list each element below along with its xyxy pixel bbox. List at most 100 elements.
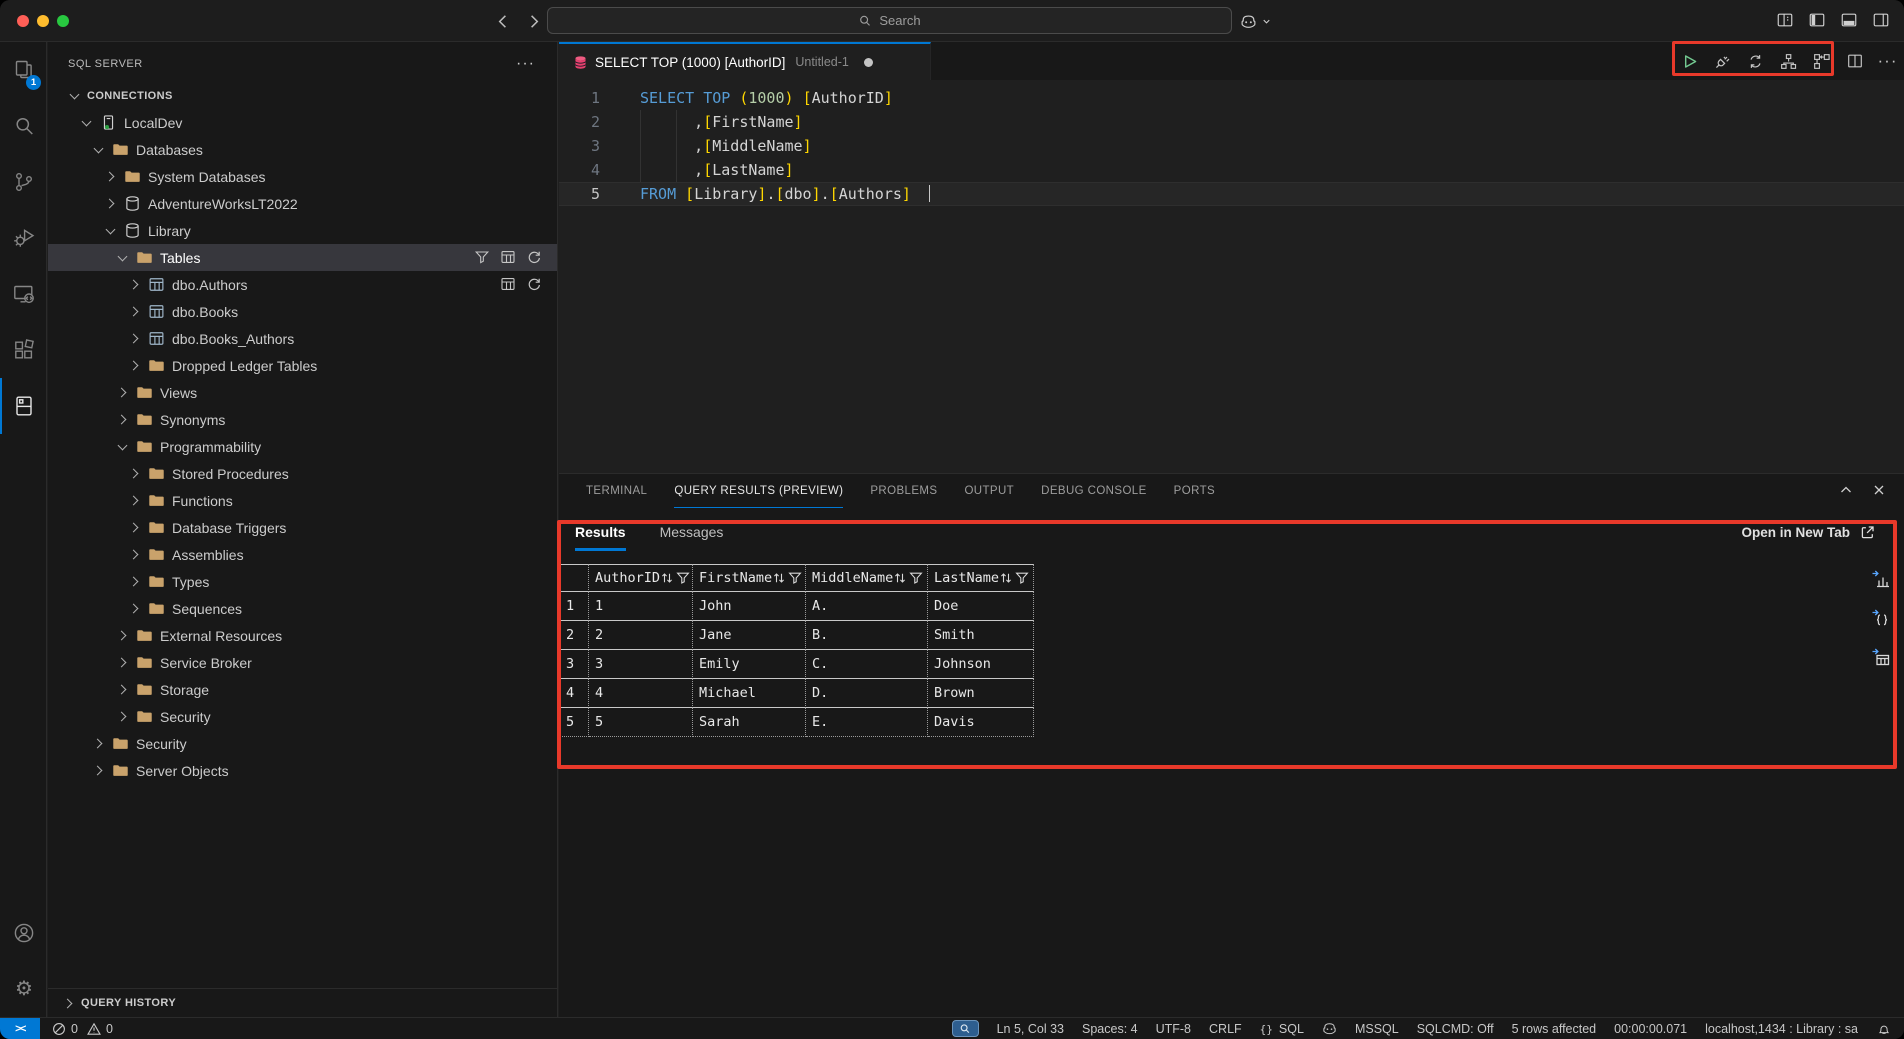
tree-item-service-broker[interactable]: Service Broker (48, 649, 557, 676)
save-as-json-icon[interactable] (1870, 607, 1892, 629)
filter-icon[interactable] (1015, 571, 1029, 585)
tree-item-functions[interactable]: Functions (48, 487, 557, 514)
row-number-cell[interactable]: 3 (559, 650, 589, 679)
status-zoom-indicator[interactable] (952, 1020, 979, 1037)
data-cell[interactable]: John (693, 592, 806, 621)
activity-item-settings[interactable]: ⚙ (0, 961, 46, 1017)
filter-icon[interactable] (676, 571, 690, 585)
table-grid-icon[interactable] (500, 276, 517, 293)
more-actions-icon[interactable]: ··· (516, 55, 535, 73)
toggle-panel-icon[interactable] (1840, 11, 1858, 29)
back-icon[interactable] (492, 10, 514, 32)
status-query-duration[interactable]: 00:00:00.071 (1614, 1022, 1687, 1036)
tree-item-dbo-books[interactable]: dbo.Books (48, 298, 557, 325)
column-header-firstname[interactable]: FirstName (693, 564, 806, 592)
tree-item-localdev[interactable]: LocalDev (48, 109, 557, 136)
data-cell[interactable]: Brown (928, 679, 1034, 708)
data-cell[interactable]: Johnson (928, 650, 1034, 679)
tree-item-sequences[interactable]: Sequences (48, 595, 557, 622)
activity-item-source-control[interactable] (0, 154, 46, 210)
run-query-icon[interactable] (1680, 52, 1699, 71)
status-connection-info[interactable]: localhost,1434 : Library : sa (1705, 1022, 1858, 1036)
tree-item-storage[interactable]: Storage (48, 676, 557, 703)
tree-item-dbo-authors[interactable]: dbo.Authors (48, 271, 557, 298)
column-header-middlename[interactable]: MiddleName (806, 564, 928, 592)
code-editor[interactable]: 12345 SELECT TOP (1000) [AuthorID] ,[Fir… (559, 80, 1904, 473)
data-cell[interactable]: 2 (589, 621, 693, 650)
activity-item-extensions[interactable] (0, 322, 46, 378)
tree-item-synonyms[interactable]: Synonyms (48, 406, 557, 433)
panel-tab-query-results-preview-[interactable]: QUERY RESULTS (PREVIEW) (674, 474, 843, 508)
data-cell[interactable]: Doe (928, 592, 1034, 621)
tree-item-security[interactable]: Security (48, 703, 557, 730)
panel-tab-debug-console[interactable]: DEBUG CONSOLE (1041, 474, 1147, 508)
tree-item-stored-procedures[interactable]: Stored Procedures (48, 460, 557, 487)
copilot-menu-button[interactable] (1240, 9, 1272, 33)
tree-item-system-databases[interactable]: System Databases (48, 163, 557, 190)
status-copilot-status[interactable] (1322, 1021, 1337, 1036)
status-cursor-position[interactable]: Ln 5, Col 33 (997, 1022, 1064, 1036)
toggle-primary-sidebar-icon[interactable] (1808, 11, 1826, 29)
filter-icon[interactable] (909, 571, 923, 585)
activity-item-accounts[interactable] (0, 905, 46, 961)
tree-item-tables[interactable]: Tables (48, 244, 557, 271)
table-grid-icon[interactable] (500, 249, 517, 266)
more-actions-icon[interactable]: ··· (1878, 52, 1897, 71)
row-number-cell[interactable]: 5 (559, 708, 589, 737)
tree-item-database-triggers[interactable]: Database Triggers (48, 514, 557, 541)
filter-icon[interactable] (474, 249, 491, 266)
tree-item-security[interactable]: Security (48, 730, 557, 757)
row-number-cell[interactable]: 2 (559, 621, 589, 650)
tree-item-views[interactable]: Views (48, 379, 557, 406)
tree-item-library[interactable]: Library (48, 217, 557, 244)
save-as-csv-icon[interactable] (1870, 646, 1892, 668)
sort-icon[interactable] (893, 571, 907, 585)
status-mssql-provider[interactable]: MSSQL (1355, 1022, 1399, 1036)
data-cell[interactable]: Smith (928, 621, 1034, 650)
problems-status[interactable]: 0 0 (52, 1022, 113, 1036)
data-cell[interactable]: B. (806, 621, 928, 650)
panel-tab-problems[interactable]: PROBLEMS (870, 474, 937, 508)
data-cell[interactable]: Emily (693, 650, 806, 679)
sort-icon[interactable] (772, 571, 786, 585)
disconnect-icon[interactable] (1713, 52, 1732, 71)
status-indentation[interactable]: Spaces: 4 (1082, 1022, 1138, 1036)
close-panel-icon[interactable] (1871, 482, 1888, 499)
data-cell[interactable]: Jane (693, 621, 806, 650)
row-number-cell[interactable]: 4 (559, 679, 589, 708)
status-notifications[interactable] (1876, 1021, 1892, 1037)
panel-tab-terminal[interactable]: TERMINAL (586, 474, 647, 508)
unsaved-changes-dot[interactable] (864, 58, 873, 67)
estimated-plan-icon[interactable] (1779, 52, 1798, 71)
tree-item-server-objects[interactable]: Server Objects (48, 757, 557, 784)
open-in-new-tab-button[interactable]: Open in New Tab (1741, 524, 1876, 541)
activity-item-run-and-debug[interactable] (0, 210, 46, 266)
column-header-lastname[interactable]: LastName (928, 564, 1034, 592)
customize-layout-icon[interactable] (1776, 11, 1794, 29)
sort-icon[interactable] (660, 571, 674, 585)
status-sqlcmd-mode[interactable]: SQLCMD: Off (1417, 1022, 1494, 1036)
filter-icon[interactable] (788, 571, 802, 585)
panel-tab-output[interactable]: OUTPUT (964, 474, 1014, 508)
sqlcmd-toggle-icon[interactable] (1812, 52, 1831, 71)
remote-indicator[interactable]: >< (0, 1018, 40, 1039)
maximize-panel-icon[interactable] (1838, 482, 1855, 499)
status-language-mode[interactable]: {}SQL (1260, 1022, 1304, 1036)
data-cell[interactable]: 3 (589, 650, 693, 679)
data-cell[interactable]: 1 (589, 592, 693, 621)
change-connection-icon[interactable] (1746, 52, 1765, 71)
panel-tab-ports[interactable]: PORTS (1174, 474, 1215, 508)
sort-icon[interactable] (999, 571, 1013, 585)
search-input[interactable]: Search (547, 7, 1232, 34)
editor-tab[interactable]: SELECT TOP (1000) [AuthorID] Untitled-1 (559, 42, 931, 80)
data-cell[interactable]: Davis (928, 708, 1034, 737)
zoom-window-button[interactable] (57, 15, 69, 27)
tree-item-databases[interactable]: Databases (48, 136, 557, 163)
tree-item-types[interactable]: Types (48, 568, 557, 595)
data-cell[interactable]: Sarah (693, 708, 806, 737)
tree-item-adventureworkslt2022[interactable]: AdventureWorksLT2022 (48, 190, 557, 217)
results-tab-results[interactable]: Results (575, 524, 626, 551)
split-editor-icon[interactable] (1845, 52, 1864, 71)
activity-item-remote-explorer[interactable] (0, 266, 46, 322)
data-cell[interactable]: 5 (589, 708, 693, 737)
